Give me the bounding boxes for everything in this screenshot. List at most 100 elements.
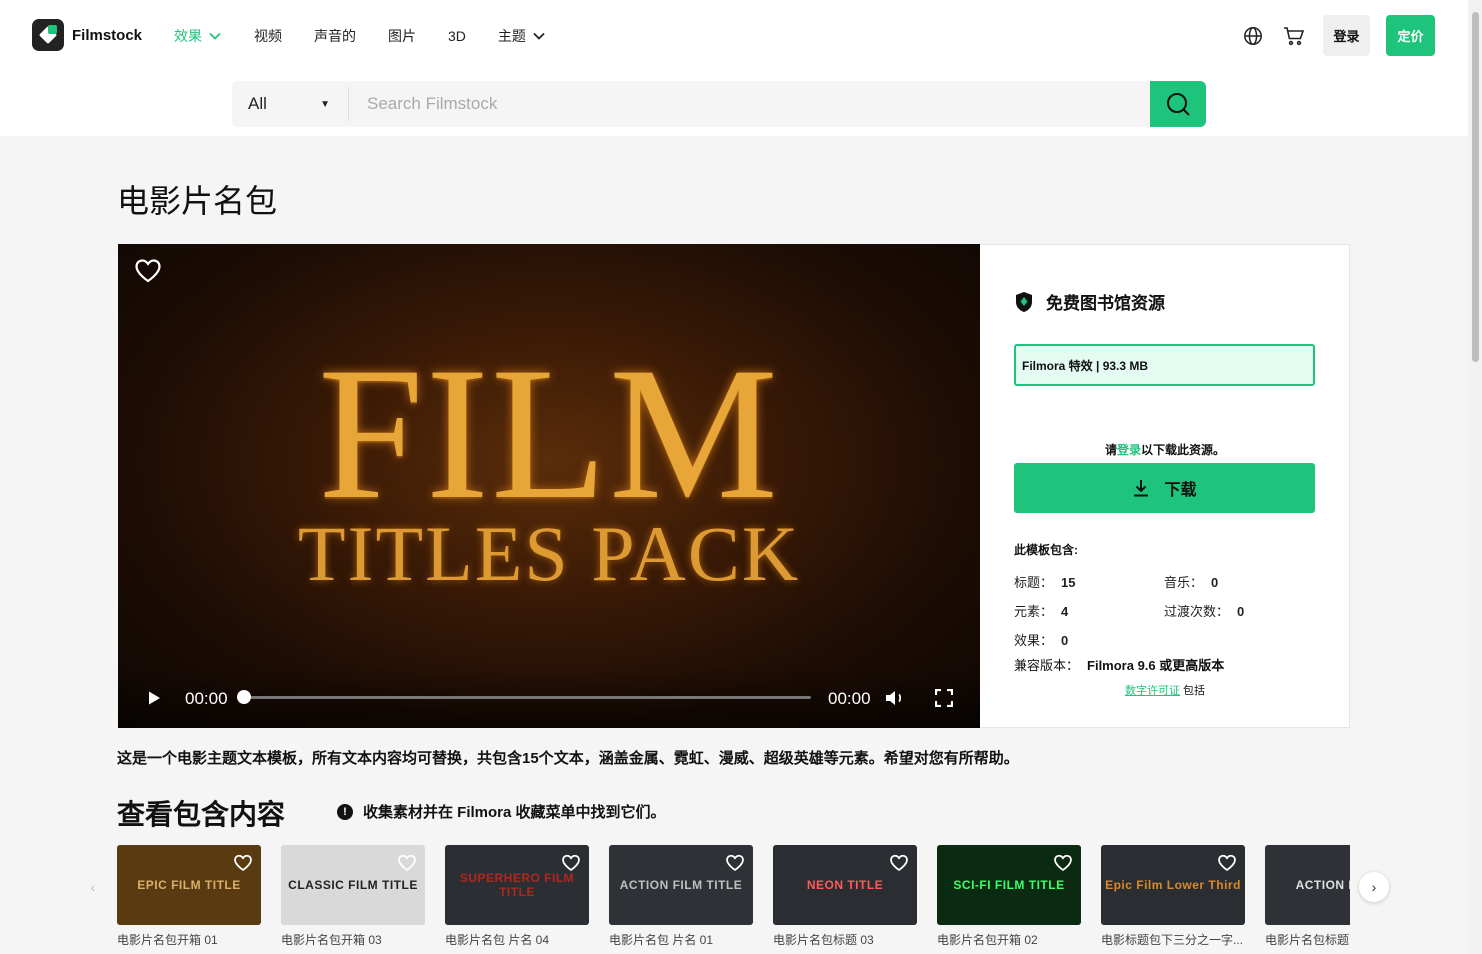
nav-item-label: 声音的 [314, 28, 356, 44]
panel-header: 免费图书馆资源 [1014, 289, 1165, 314]
current-time: 00:00 [185, 689, 228, 708]
nav-item-5[interactable]: 主题 [498, 26, 546, 46]
search-input[interactable] [349, 81, 1150, 127]
login-note-suffix: 以下载此资源。 [1141, 443, 1226, 457]
nav-item-3[interactable]: 图片 [388, 26, 416, 46]
nav-item-label: 效果 [174, 28, 202, 44]
nav-item-1[interactable]: 视频 [254, 26, 282, 46]
carousel-prev-button[interactable]: ‹ [78, 872, 108, 902]
card-thumbnail-text: SUPERHERO FILM TITLE [459, 871, 575, 899]
template-card[interactable]: SUPERHERO FILM TITLE 电影片名包 片名 04 [445, 845, 589, 948]
card-thumbnail[interactable]: NEON TITLE [773, 845, 917, 925]
favorite-heart-icon[interactable] [134, 258, 162, 284]
total-time: 00:00 [828, 689, 871, 708]
card-label: 电影片名包 片名 04 [445, 933, 550, 947]
download-label: 下载 [1164, 482, 1197, 499]
section-note-text: 收集素材并在 Filmora 收藏菜单中找到它们。 [363, 804, 666, 821]
favorite-heart-icon[interactable] [1217, 854, 1237, 872]
nav-item-label: 图片 [388, 28, 416, 44]
nav-item-4[interactable]: 3D [448, 26, 466, 46]
header-actions: 登录 定价 [1241, 15, 1435, 56]
filmstock-logo-icon [32, 19, 64, 51]
site-header: Filmstock 效果 视频 声音的 图片 3D 主题 登录 定价 All ▼ [0, 0, 1482, 136]
card-thumbnail[interactable]: ACTION FILM TITLE [609, 845, 753, 925]
favorite-heart-icon[interactable] [1053, 854, 1073, 872]
card-label: 电影片名包 片名 01 [609, 933, 714, 947]
nav-item-2[interactable]: 声音的 [314, 26, 356, 46]
video-controls: 00:00 00:00 [118, 668, 980, 728]
license-link[interactable]: 数字许可证 [1125, 685, 1180, 697]
nav-item-label: 3D [448, 28, 466, 44]
chevron-down-icon [209, 32, 221, 40]
stat-elements: 元素： 4 [1014, 604, 1069, 619]
search-bar: All ▼ [232, 81, 1206, 127]
template-card[interactable]: SCI-FI FILM TITLE 电影片名包开箱 02 [937, 845, 1081, 948]
play-icon[interactable] [146, 690, 162, 706]
caret-down-icon: ▼ [320, 98, 330, 110]
download-icon [1134, 480, 1149, 497]
login-note: 请登录以下载此资源。 [980, 441, 1350, 458]
video-title-big: FILM [318, 329, 780, 539]
card-thumbnail[interactable]: SUPERHERO FILM TITLE [445, 845, 589, 925]
download-button[interactable]: 下载 [1014, 463, 1315, 513]
cart-icon[interactable] [1282, 24, 1306, 48]
pricing-button[interactable]: 定价 [1386, 15, 1435, 56]
template-card[interactable]: Epic Film Lower Third 电影标题包下三分之一字... [1101, 845, 1245, 948]
search-category-value: All [248, 94, 267, 113]
compatibility: 兼容版本： Filmora 9.6 或更高版本 [1014, 658, 1225, 673]
card-thumbnail-text: Epic Film Lower Third [1105, 878, 1241, 892]
progress-handle[interactable] [237, 690, 251, 704]
library-shield-icon [1016, 291, 1032, 312]
card-thumbnail[interactable]: CLASSIC FILM TITLE [281, 845, 425, 925]
card-label: 电影片名包标题 [1265, 933, 1350, 947]
nav-item-label: 主题 [497, 28, 526, 44]
card-thumbnail[interactable]: SCI-FI FILM TITLE [937, 845, 1081, 925]
template-description: 这是一个电影主题文本模板，所有文本内容均可替换，共包含15个文本，涵盖金属、霓虹… [117, 750, 1019, 767]
fullscreen-icon[interactable] [934, 688, 954, 708]
favorite-heart-icon[interactable] [889, 854, 909, 872]
favorite-heart-icon[interactable] [397, 854, 417, 872]
card-label: 电影标题包下三分之一字... [1101, 933, 1244, 947]
filmstock-logo[interactable]: Filmstock [32, 19, 142, 51]
panel-title: 免费图书馆资源 [1046, 294, 1165, 313]
included-items-carousel: EPIC FILM TITLE 电影片名包开箱 01 CLASSIC FILM TI… [117, 845, 1350, 954]
search-button[interactable] [1150, 81, 1206, 127]
page-scrollbar[interactable] [1468, 0, 1482, 954]
card-thumbnail-text: ACTION FILM [1295, 878, 1350, 892]
info-icon: ! [337, 803, 353, 820]
login-button[interactable]: 登录 [1323, 15, 1370, 56]
favorite-heart-icon[interactable] [233, 854, 253, 872]
stat-effects: 效果： 0 [1014, 633, 1069, 648]
progress-track[interactable] [241, 696, 811, 699]
card-thumbnail[interactable]: Epic Film Lower Third [1101, 845, 1245, 925]
globe-icon[interactable] [1241, 24, 1265, 48]
scrollbar-thumb[interactable] [1472, 12, 1479, 362]
search-icon [1167, 93, 1190, 116]
video-player[interactable]: FILM TITLES PACK 00:00 00:00 [118, 244, 980, 728]
card-label: 电影片名包标题 03 [773, 933, 874, 947]
carousel-next-button[interactable]: › [1359, 872, 1389, 902]
card-thumbnail[interactable]: EPIC FILM TITLE [117, 845, 261, 925]
login-link[interactable]: 登录 [1117, 443, 1141, 457]
login-note-prefix: 请 [1104, 443, 1117, 457]
favorite-heart-icon[interactable] [561, 854, 581, 872]
nav-item-0[interactable]: 效果 [174, 26, 222, 46]
volume-icon[interactable] [885, 688, 907, 708]
search-category-select[interactable]: All ▼ [232, 87, 349, 121]
section-title: 查看包含内容 [117, 799, 286, 830]
template-card[interactable]: ACTION FILM 电影片名包标题 [1265, 845, 1350, 948]
template-card[interactable]: EPIC FILM TITLE 电影片名包开箱 01 [117, 845, 261, 948]
template-card[interactable]: NEON TITLE 电影片名包标题 03 [773, 845, 917, 948]
template-card[interactable]: ACTION FILM TITLE 电影片名包 片名 01 [609, 845, 753, 948]
template-card[interactable]: CLASSIC FILM TITLE 电影片名包开箱 03 [281, 845, 425, 948]
stat-music: 音乐： 0 [1164, 575, 1219, 590]
card-thumbnail-text: EPIC FILM TITLE [137, 878, 241, 892]
card-thumbnail-text: SCI-FI FILM TITLE [953, 878, 1065, 892]
stat-transitions: 过渡次数： 0 [1164, 604, 1245, 619]
favorite-heart-icon[interactable] [725, 854, 745, 872]
card-thumbnail-text: CLASSIC FILM TITLE [288, 878, 418, 892]
file-info-box: Filmora 特效 | 93.3 MB [1014, 344, 1315, 386]
card-label: 电影片名包开箱 03 [281, 933, 382, 947]
card-thumbnail[interactable]: ACTION FILM [1265, 845, 1350, 925]
card-label: 电影片名包开箱 01 [117, 933, 218, 947]
